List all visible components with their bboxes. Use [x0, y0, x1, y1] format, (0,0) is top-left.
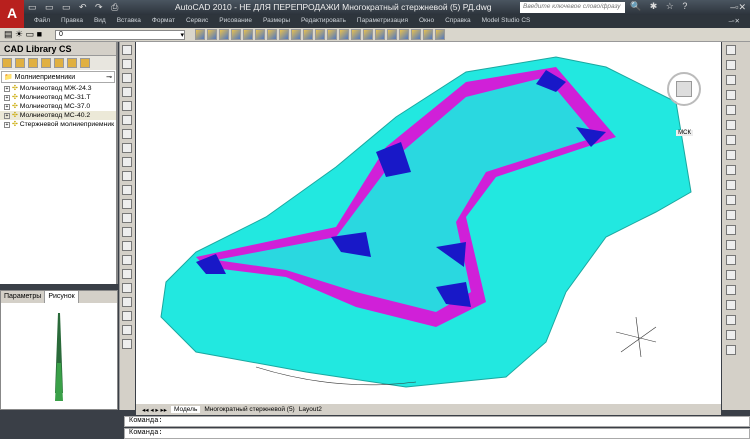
tree-item[interactable]: + ✣ Молниеотвод МС-31.Т [0, 93, 116, 102]
modify-toolbar[interactable] [722, 42, 750, 410]
title-bar: ▭ ▭ ▭ ↶ ↷ ⎙ AutoCAD 2010 - НЕ ДЛЯ ПЕРЕПР… [0, 0, 750, 15]
quick-access-toolbar[interactable]: ▭ ▭ ▭ ↶ ↷ ⎙ [28, 2, 121, 13]
search-input[interactable]: Введите ключевое слово/фразу [520, 2, 625, 13]
tree-item[interactable]: + ✣ Стержневой молниеприемник [0, 120, 116, 129]
menu-draw[interactable]: Рисование [219, 17, 252, 26]
toolbar-icons[interactable] [195, 29, 445, 40]
draw-toolbar[interactable] [119, 42, 135, 410]
menu-file[interactable]: Файл [34, 17, 50, 26]
tab-model[interactable]: Модель [171, 406, 201, 413]
command-input[interactable]: Команда: [124, 428, 750, 439]
menu-tools[interactable]: Сервис [186, 17, 208, 26]
menu-dimension[interactable]: Размеры [263, 17, 290, 26]
menu-format[interactable]: Формат [152, 17, 175, 26]
root-label: Молниеприемники [14, 74, 76, 81]
tab-parameters[interactable]: Параметры [1, 291, 46, 303]
panel-title: CAD Library CS [0, 42, 116, 56]
3d-protection-zone-model [160, 56, 692, 388]
preview-panel: Параметры Рисунок [0, 290, 118, 410]
layer-select[interactable]: 0 ▾ [55, 30, 185, 40]
tree-item[interactable]: + ✣ Молниеотвод МС-40.2 [0, 111, 116, 120]
tab-nav-arrows[interactable]: ◂◂ ◂ ▸ ▸▸ [142, 406, 167, 414]
layer-state-icons[interactable]: ▤ ☀ ▭ ■ [4, 29, 42, 40]
layout-tabs: ◂◂ ◂ ▸ ▸▸ Модель Многократный стержневой… [136, 404, 721, 415]
menu-modify[interactable]: Редактировать [301, 17, 346, 26]
menu-help[interactable]: Справка [445, 17, 471, 26]
menu-parametric[interactable]: Параметризация [357, 17, 408, 26]
drawing-viewport[interactable]: МСК [136, 42, 721, 404]
menu-model-studio[interactable]: Model Studio CS [482, 17, 531, 26]
tree-item[interactable]: + ✣ Молниеотвод МС-37.0 [0, 102, 116, 111]
viewcube[interactable] [667, 72, 701, 106]
library-tree: + ✣ Молниеотвод МЖ-24.3 + ✣ Молниеотвод МС-3… [0, 84, 116, 129]
command-history: Команда: [124, 416, 750, 427]
cad-library-panel: CAD Library CS 📁 Молниеприемники ⊸ + ✣ Молн… [0, 42, 118, 284]
menu-insert[interactable]: Вставка [117, 17, 141, 26]
tab-layout2[interactable]: Layout2 [299, 406, 322, 413]
layer-value: 0 [59, 31, 63, 38]
window-title: AutoCAD 2010 - НЕ ДЛЯ ПЕРЕПРОДАЖИ Многок… [175, 2, 492, 12]
app-menu-button[interactable]: A [0, 0, 24, 28]
layers-toolbar: ▤ ☀ ▭ ■ 0 ▾ [0, 28, 750, 42]
menu-view[interactable]: Вид [94, 17, 106, 26]
help-icons[interactable]: 🔍 ✱ ☆ ? [630, 1, 690, 12]
tree-item[interactable]: + ✣ Молниеотвод МЖ-24.3 [0, 84, 116, 93]
tab-picture[interactable]: Рисунок [45, 291, 79, 303]
panel-toolbar[interactable] [0, 56, 116, 70]
window-controls[interactable]: –▫✕ [730, 2, 746, 13]
tab-layout1[interactable]: Многократный стержневой (5) [204, 406, 294, 413]
lightning-rod-preview [55, 313, 63, 401]
ucs-label[interactable]: МСК [676, 130, 693, 136]
tree-root[interactable]: 📁 Молниеприемники ⊸ [1, 71, 115, 83]
menu-edit[interactable]: Правка [61, 17, 83, 26]
menu-window[interactable]: Окно [419, 17, 434, 26]
doc-window-controls[interactable]: –▫✕ [729, 17, 740, 26]
menu-bar: Файл Правка Вид Вставка Формат Сервис Ри… [24, 15, 750, 28]
